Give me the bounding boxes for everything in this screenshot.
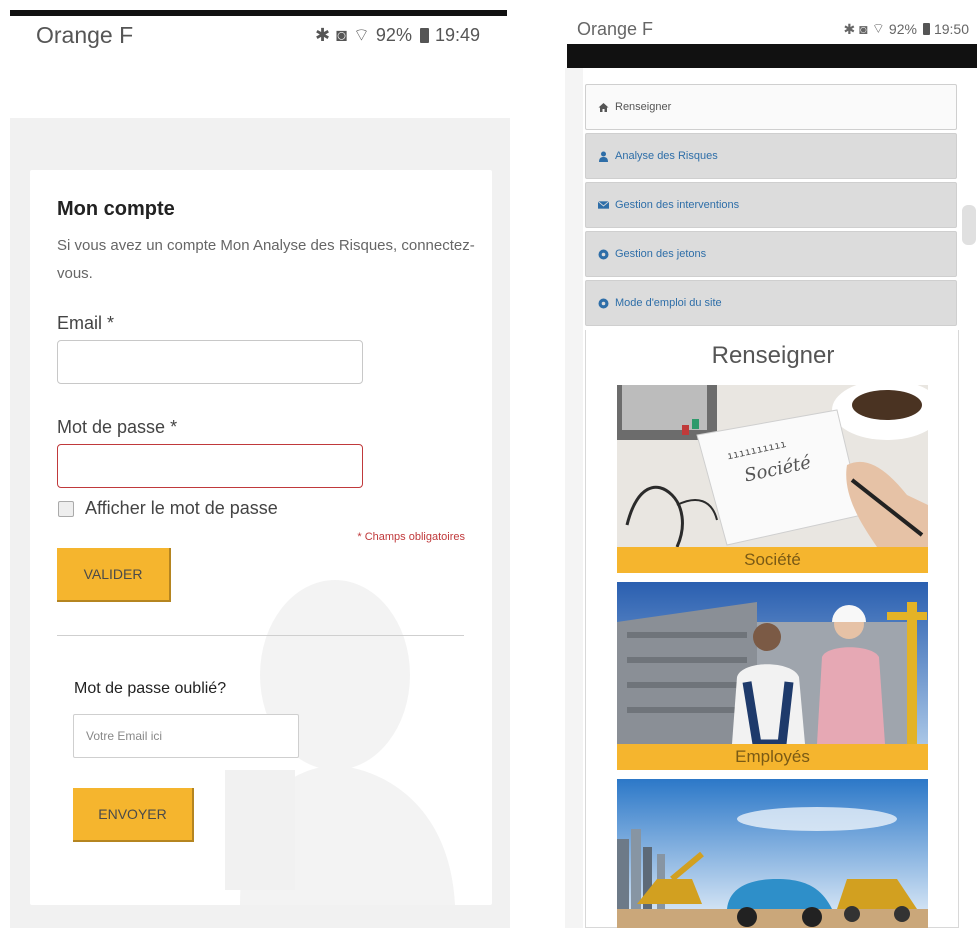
nav-item-mode-emploi[interactable]: Mode d'emploi du site <box>585 280 957 326</box>
office-desk-image: Société ıııııııııı <box>617 385 928 547</box>
envelope-icon <box>598 200 609 211</box>
status-bar: Orange F ✱ ◙ ⌔ 92% 19:50 <box>577 16 969 42</box>
battery-icon <box>922 23 930 35</box>
construction-workers-image <box>617 582 928 744</box>
section-title: Renseigner <box>711 342 835 369</box>
left-phone-screen: Orange F ✱ ◙ ⌔ 92% 19:49 Mon compte Si v… <box>0 0 510 928</box>
circle-icon <box>598 249 609 260</box>
show-password-checkbox[interactable] <box>58 501 74 517</box>
email-field[interactable] <box>57 340 363 384</box>
bluetooth-icon: ✱ <box>315 24 331 45</box>
required-fields-note: * Champs obligatoires <box>357 531 465 543</box>
clock: 19:50 <box>933 21 969 37</box>
nav-item-gestion-interventions[interactable]: Gestion des interventions <box>585 182 957 228</box>
nav-item-label: Gestion des jetons <box>615 248 707 260</box>
tile-employes[interactable]: Employés <box>617 582 928 770</box>
content-panel: Renseigner Société ıııııııııı Société Em… <box>585 330 959 928</box>
wifi-signal-icon: ⌔ <box>353 24 370 45</box>
forgot-password-title: Mot de passe oublié? <box>74 680 227 697</box>
divider <box>57 635 464 636</box>
nav-item-renseigner[interactable]: Renseigner <box>585 84 957 130</box>
side-menu: Renseigner Analyse des Risques Gestion d… <box>585 84 957 329</box>
login-card: Mon compte Si vous avez un compte Mon An… <box>30 170 492 905</box>
nav-item-label: Analyse des Risques <box>615 150 718 162</box>
battery-percent: 92% <box>888 21 917 37</box>
battery-percent: 92% <box>375 24 412 45</box>
forgot-email-input[interactable] <box>73 714 299 758</box>
browser-bar <box>567 44 977 68</box>
bluetooth-icon: ✱ <box>843 20 856 37</box>
scrollbar-thumb[interactable] <box>962 205 976 245</box>
page-title: Mon compte <box>57 198 175 220</box>
right-phone-screen: Orange F ✱ ◙ ⌔ 92% 19:50 Renseigner Anal… <box>565 0 979 928</box>
carrier-name: Orange F <box>36 21 134 48</box>
nav-item-label: Mode d'emploi du site <box>615 297 722 309</box>
status-bar: Orange F ✱ ◙ ⌔ 92% 19:49 <box>36 20 480 50</box>
wifi-signal-icon: ⌔ <box>871 20 885 36</box>
nav-item-label: Gestion des interventions <box>615 199 740 211</box>
nav-item-analyse-risques[interactable]: Analyse des Risques <box>585 133 957 179</box>
battery-icon <box>419 27 429 43</box>
show-password-label[interactable]: Afficher le mot de passe <box>85 498 278 519</box>
nav-item-gestion-jetons[interactable]: Gestion des jetons <box>585 231 957 277</box>
tile-caption: Société <box>617 547 928 573</box>
clock: 19:49 <box>434 24 480 45</box>
status-icons: ✱ ◙ ⌔ 92% 19:49 <box>315 24 480 47</box>
home-icon <box>598 102 609 113</box>
page-margin <box>565 68 583 928</box>
tile-vehicules[interactable] <box>617 779 928 928</box>
password-label: Mot de passe * <box>57 417 178 437</box>
nav-item-label: Renseigner <box>615 101 672 113</box>
alarm-icon: ◙ <box>859 21 868 37</box>
tile-societe[interactable]: Société ıııııııııı Société <box>617 385 928 573</box>
alarm-icon: ◙ <box>336 24 347 45</box>
tile-caption: Employés <box>617 744 928 770</box>
password-field[interactable] <box>57 444 363 488</box>
send-button[interactable]: ENVOYER <box>73 788 194 842</box>
circle-icon <box>598 298 609 309</box>
status-icons: ✱ ◙ ⌔ 92% 19:50 <box>844 20 969 38</box>
vehicles-image <box>617 779 928 928</box>
validate-button[interactable]: VALIDER <box>57 548 171 602</box>
carrier-name: Orange F <box>577 18 654 39</box>
user-icon <box>598 151 609 162</box>
email-label: Email * <box>57 313 115 333</box>
top-bar <box>10 10 507 16</box>
login-description: Si vous avez un compte Mon Analyse des R… <box>57 237 475 282</box>
